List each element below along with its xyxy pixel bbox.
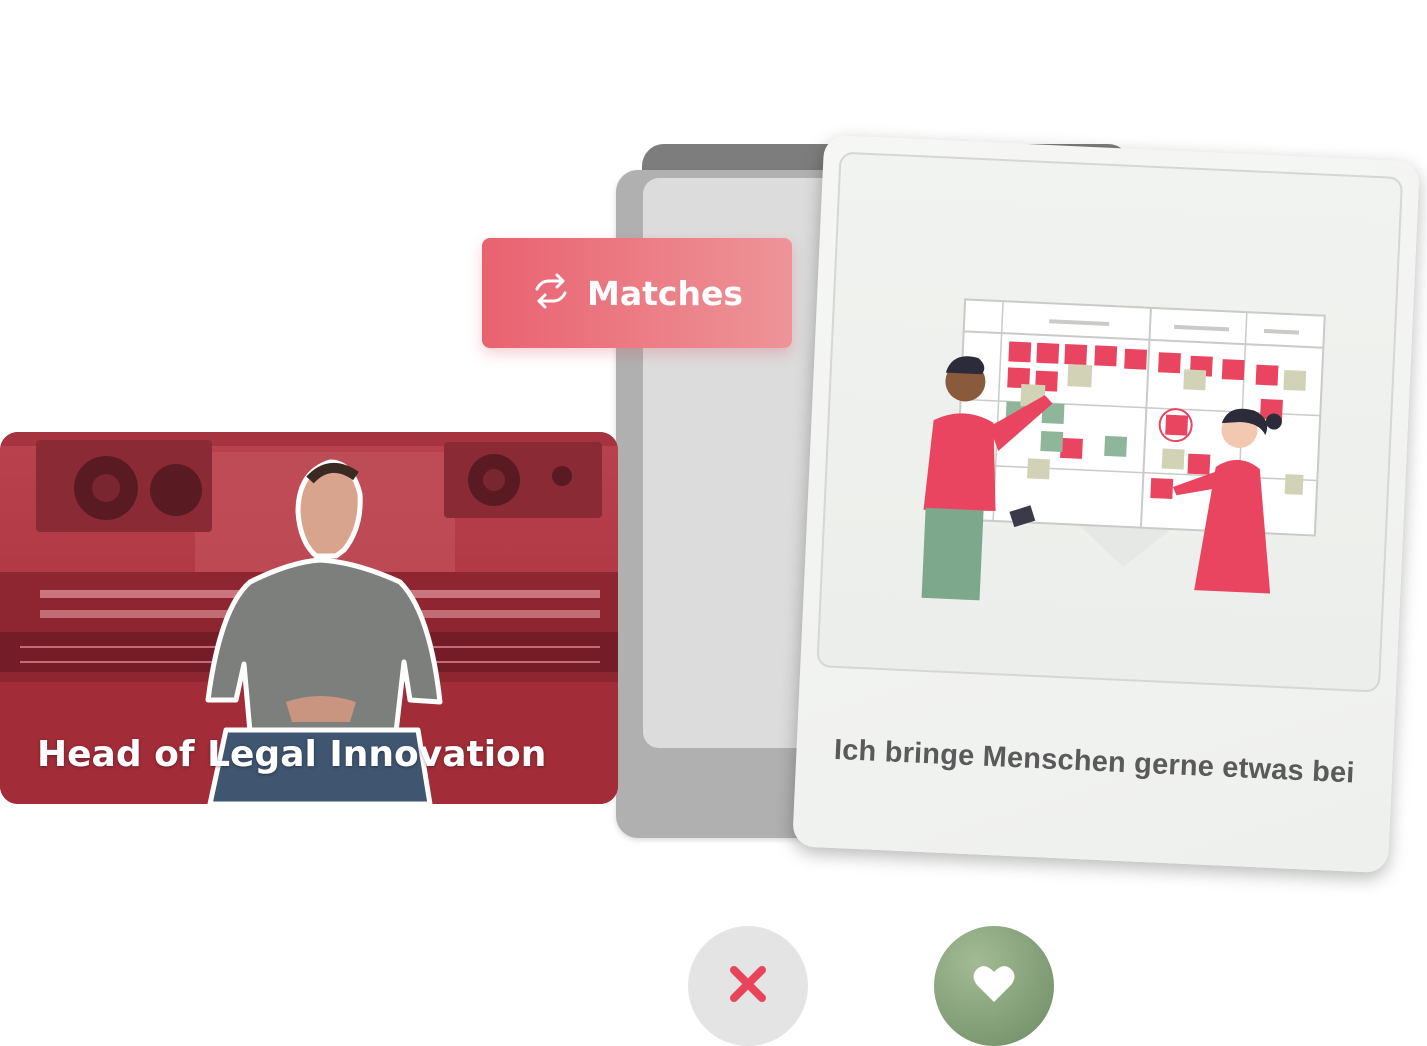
kanban-board-illustration [921,298,1326,601]
question-caption: Ich bringe Menschen gerne etwas bei [833,733,1356,790]
heart-icon [972,964,1016,1008]
question-card[interactable]: Ich bringe Menschen gerne etwas bei [792,134,1420,874]
profile-title: Head of Legal Innovation [37,734,547,775]
close-icon [728,964,768,1008]
illustration-frame [816,151,1404,693]
reject-button[interactable] [688,926,808,1046]
like-button[interactable] [934,926,1054,1046]
matches-label: Matches [587,273,743,313]
swap-arrows-icon [531,271,571,315]
matches-button[interactable]: Matches [482,238,792,348]
